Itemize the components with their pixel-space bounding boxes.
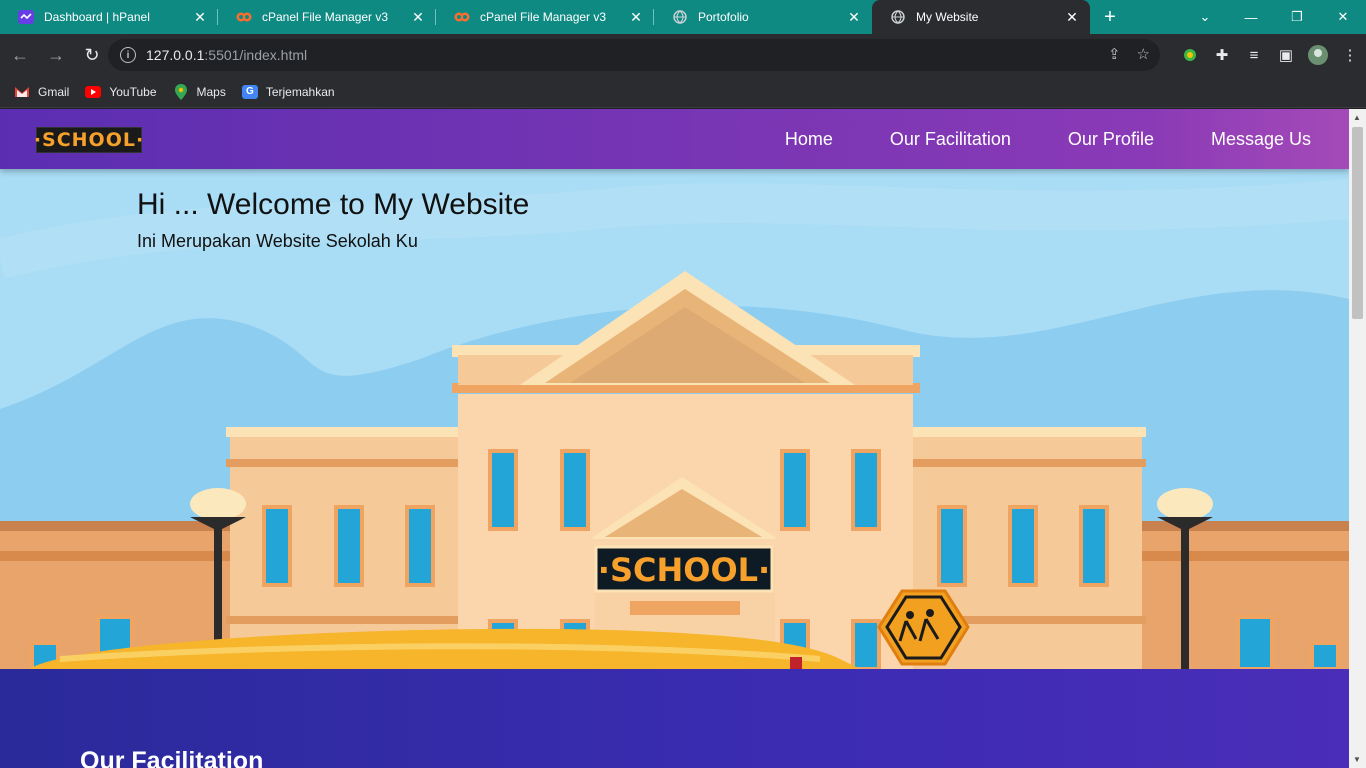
facilitation-section: Our Facilitation [0, 669, 1349, 768]
nav-message[interactable]: Message Us [1211, 129, 1311, 150]
hpanel-icon [18, 9, 34, 25]
bookmark-gmail[interactable]: Gmail [14, 85, 69, 99]
cpanel-icon [236, 9, 252, 25]
bookmark-youtube[interactable]: YouTube [85, 84, 157, 99]
media-icon[interactable]: ≡ [1238, 39, 1270, 71]
restore-button[interactable]: ❐ [1274, 0, 1320, 34]
globe-icon [890, 9, 906, 25]
bookmark-maps[interactable]: Maps [173, 83, 226, 100]
main-menu: Home Our Facilitation Our Profile Messag… [785, 109, 1311, 169]
site-navbar: ·SCHOOL· Home Our Facilitation Our Profi… [0, 109, 1349, 169]
close-icon[interactable]: ✕ [410, 9, 426, 26]
section-title: Our Facilitation [80, 747, 264, 768]
close-icon[interactable]: ✕ [192, 9, 208, 26]
nav-profile[interactable]: Our Profile [1068, 129, 1154, 150]
close-icon[interactable]: ✕ [846, 9, 862, 26]
profile-avatar[interactable] [1302, 39, 1334, 71]
extensions-area: ✚ ≡ ▣ ⋮ [1174, 34, 1366, 76]
page-viewport: ·SCHOOL· Home Our Facilitation Our Profi… [0, 109, 1349, 768]
tab-title: Portofolio [698, 10, 749, 24]
close-icon[interactable]: ✕ [1064, 9, 1080, 26]
gmail-icon [14, 85, 30, 99]
hero-section: ·SCHOOL· Hi ... Welcome to My Website In… [0, 169, 1349, 669]
window-controls: ⌄ — ❐ ✕ [1182, 0, 1366, 34]
tab-portofolio[interactable]: Portofolio ✕ [654, 0, 872, 34]
cpanel-icon [454, 9, 470, 25]
tab-hpanel[interactable]: Dashboard | hPanel ✕ [0, 0, 218, 34]
translate-icon: G [241, 84, 258, 99]
address-bar[interactable]: i 127.0.0.1:5501/index.html ⇪ ☆ [108, 39, 1160, 71]
bookmark-translate[interactable]: G Terjemahkan [241, 84, 335, 99]
page-scrollbar[interactable]: ▲ ▼ [1349, 109, 1366, 768]
nav-home[interactable]: Home [785, 129, 833, 150]
tab-cpanel-2[interactable]: cPanel File Manager v3 ✕ [436, 0, 654, 34]
youtube-icon [85, 85, 102, 99]
back-button[interactable]: ← [4, 39, 36, 71]
new-tab-button[interactable]: + [1090, 0, 1130, 34]
share-icon[interactable]: ⇪ [1108, 45, 1121, 63]
browser-toolbar: ← → ↻ i 127.0.0.1:5501/index.html ⇪ ☆ ✚ … [0, 34, 1366, 76]
tab-title: cPanel File Manager v3 [262, 10, 389, 24]
bookmark-label: Maps [196, 84, 226, 99]
tab-my-website[interactable]: My Website ✕ [872, 0, 1090, 34]
bookmark-label: YouTube [109, 84, 157, 99]
reload-button[interactable]: ↻ [76, 39, 108, 71]
hero-sign-text: ·SCHOOL· [598, 551, 770, 589]
address-path: :5501/index.html [204, 47, 308, 63]
forward-button[interactable]: → [40, 39, 72, 71]
address-host: 127.0.0.1 [146, 47, 205, 63]
close-window-button[interactable]: ✕ [1320, 0, 1366, 34]
site-info-icon[interactable]: i [120, 47, 136, 63]
side-panel-icon[interactable]: ▣ [1270, 39, 1302, 71]
scroll-up-arrow[interactable]: ▲ [1353, 113, 1361, 122]
bookmark-star-icon[interactable]: ☆ [1137, 45, 1150, 63]
nav-facilitation[interactable]: Our Facilitation [890, 129, 1011, 150]
minimize-button[interactable]: — [1228, 0, 1274, 34]
puzzle-icon[interactable]: ✚ [1206, 39, 1238, 71]
hero-subtitle: Ini Merupakan Website Sekolah Ku [137, 231, 418, 251]
bookmarks-bar: Gmail YouTube Maps G Terjemahkan [0, 76, 1366, 108]
tab-search-icon[interactable]: ⌄ [1182, 0, 1228, 34]
menu-icon[interactable]: ⋮ [1334, 39, 1366, 71]
close-icon[interactable]: ✕ [628, 9, 644, 26]
hero-title: Hi ... Welcome to My Website [137, 188, 530, 221]
extension-icon[interactable] [1174, 39, 1206, 71]
scroll-down-arrow[interactable]: ▼ [1353, 755, 1361, 764]
bookmark-label: Gmail [38, 84, 70, 99]
bookmark-label: Terjemahkan [265, 84, 335, 99]
site-logo[interactable]: ·SCHOOL· [34, 127, 143, 153]
tab-title: My Website [916, 10, 979, 24]
tab-strip: Dashboard | hPanel ✕ cPanel File Manager… [0, 0, 1366, 34]
scroll-thumb[interactable] [1352, 127, 1363, 319]
maps-pin-icon [173, 83, 189, 100]
tab-title: cPanel File Manager v3 [480, 10, 607, 24]
globe-icon [672, 9, 688, 25]
tab-cpanel-1[interactable]: cPanel File Manager v3 ✕ [218, 0, 436, 34]
tab-title: Dashboard | hPanel [44, 10, 150, 24]
